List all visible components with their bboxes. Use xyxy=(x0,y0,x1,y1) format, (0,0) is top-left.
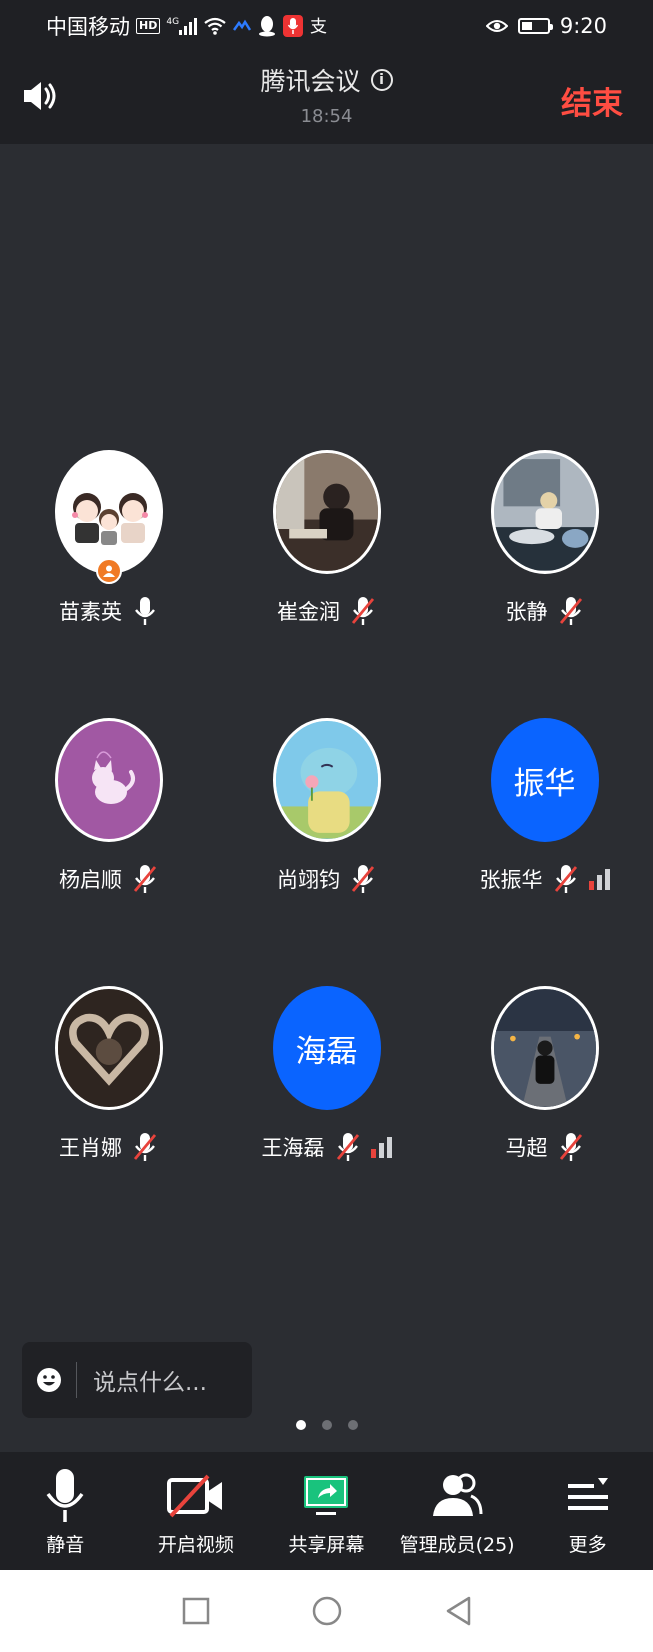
mic-muted-icon xyxy=(351,865,375,893)
share-screen-label: 共享屏幕 xyxy=(288,1534,365,1556)
avatar xyxy=(54,718,163,842)
meeting-title: 腾讯会议 xyxy=(260,67,361,96)
mic-on-icon xyxy=(135,597,155,625)
participant-tile[interactable]: 苗素英 xyxy=(0,450,217,626)
page-indicator xyxy=(0,1420,653,1430)
manage-members-label: 管理成员(25) xyxy=(399,1534,515,1556)
mic-muted-icon xyxy=(554,865,577,893)
eye-comfort-icon xyxy=(485,20,508,32)
participant-name: 张振华 xyxy=(479,868,543,892)
info-icon[interactable]: i xyxy=(370,69,393,91)
heart-hands-photo-image xyxy=(57,989,160,1107)
participant-tile[interactable]: 张静 xyxy=(436,450,653,626)
mic-muted-icon xyxy=(336,1133,359,1161)
mic-muted-icon xyxy=(351,597,375,625)
svg-text:支: 支 xyxy=(310,17,327,36)
cellular-signal-icon: 4G xyxy=(166,17,198,35)
participant-name: 张静 xyxy=(505,600,548,624)
participant-tile[interactable]: 崔金润 xyxy=(218,450,435,626)
cat-illustration-image xyxy=(91,751,135,804)
person-photo-image xyxy=(493,453,596,571)
participant-name: 马超 xyxy=(505,1136,548,1160)
meeting-toolbar: 静音 开启视频 共享屏幕 管理成员(25) 更多 xyxy=(0,1452,653,1570)
cartoon-character-image xyxy=(275,721,378,839)
weak-signal-icon xyxy=(588,868,610,890)
page-dot[interactable] xyxy=(321,1420,332,1430)
more-label: 更多 xyxy=(568,1534,607,1556)
home-icon[interactable] xyxy=(311,1595,343,1627)
share-screen-icon xyxy=(304,1476,349,1515)
avatar-initials: 海磊 xyxy=(272,986,381,1110)
person-photo-image xyxy=(275,453,378,571)
mic-muted-icon xyxy=(133,865,157,893)
avatar xyxy=(272,718,381,842)
participant-name: 尚翊钧 xyxy=(277,868,340,892)
status-bar: 中国移动 HD 4G 支 9:20 xyxy=(0,0,653,52)
participant-grid: 苗素英 崔金润 张静 杨启顺 尚翊钧 振华 张振华 王肖娜 海磊 王海磊 马超 xyxy=(0,140,653,1340)
page-dot[interactable] xyxy=(347,1420,358,1430)
participant-name: 崔金润 xyxy=(277,600,340,624)
manage-members-button[interactable]: 管理成员(25) xyxy=(392,1452,523,1570)
participant-tile[interactable]: 王肖娜 xyxy=(0,986,217,1162)
weak-signal-icon xyxy=(370,1136,392,1158)
alipay-icon: 支 xyxy=(310,17,327,36)
avatar xyxy=(272,450,381,574)
person-road-photo-image xyxy=(493,989,596,1107)
participant-name: 王肖娜 xyxy=(59,1136,122,1160)
mute-button[interactable]: 静音 xyxy=(0,1452,131,1570)
page-dot-active[interactable] xyxy=(295,1420,306,1430)
start-video-button[interactable]: 开启视频 xyxy=(131,1452,262,1570)
hd-icon: HD xyxy=(136,18,161,34)
chat-placeholder[interactable]: 说点什么... xyxy=(93,1363,207,1397)
mic-muted-icon xyxy=(133,1133,157,1161)
participant-tile[interactable]: 海磊 王海磊 xyxy=(218,986,435,1162)
app-notification-icon xyxy=(233,19,252,31)
family-cartoon-image xyxy=(71,493,148,545)
end-meeting-button[interactable]: 结束 xyxy=(561,78,623,123)
avatar xyxy=(490,450,599,574)
share-screen-button[interactable]: 共享屏幕 xyxy=(261,1452,392,1570)
video-off-icon xyxy=(166,1474,222,1518)
emoji-icon[interactable] xyxy=(36,1367,62,1393)
host-badge-icon xyxy=(96,558,122,584)
meeting-header: 腾讯会议 i 18:54 结束 xyxy=(0,52,653,144)
participant-tile[interactable]: 尚翊钧 xyxy=(218,718,435,894)
participant-name: 苗素英 xyxy=(59,600,122,624)
microphone-icon xyxy=(46,1469,84,1522)
mic-muted-icon xyxy=(559,1133,582,1161)
more-button[interactable]: 更多 xyxy=(522,1452,653,1570)
chat-input[interactable]: 说点什么... xyxy=(22,1342,252,1418)
recording-mic-icon xyxy=(283,15,304,37)
qq-icon xyxy=(259,16,276,37)
divider xyxy=(76,1362,77,1398)
participant-tile[interactable]: 振华 张振华 xyxy=(436,718,653,894)
wifi-icon xyxy=(204,17,226,35)
battery-icon xyxy=(517,18,553,34)
avatar xyxy=(54,986,163,1110)
recent-apps-icon[interactable] xyxy=(181,1596,211,1626)
more-menu-icon xyxy=(567,1478,608,1510)
start-video-label: 开启视频 xyxy=(157,1534,234,1556)
system-navigation-bar xyxy=(0,1570,653,1652)
mic-muted-icon xyxy=(559,597,582,625)
mute-label: 静音 xyxy=(46,1534,85,1556)
carrier-label: 中国移动 xyxy=(46,15,130,39)
avatar-initials: 振华 xyxy=(490,718,599,842)
participant-name: 杨启顺 xyxy=(59,868,122,892)
participant-tile[interactable]: 马超 xyxy=(436,986,653,1162)
avatar xyxy=(490,986,599,1110)
meeting-timer: 18:54 xyxy=(300,106,353,127)
members-icon xyxy=(433,1473,483,1516)
back-icon[interactable] xyxy=(443,1595,473,1627)
avatar xyxy=(54,450,163,574)
participant-name: 王海磊 xyxy=(261,1136,325,1160)
participant-tile[interactable]: 杨启顺 xyxy=(0,718,217,894)
net-type-label: 4G xyxy=(166,17,180,27)
clock: 9:20 xyxy=(559,14,607,38)
